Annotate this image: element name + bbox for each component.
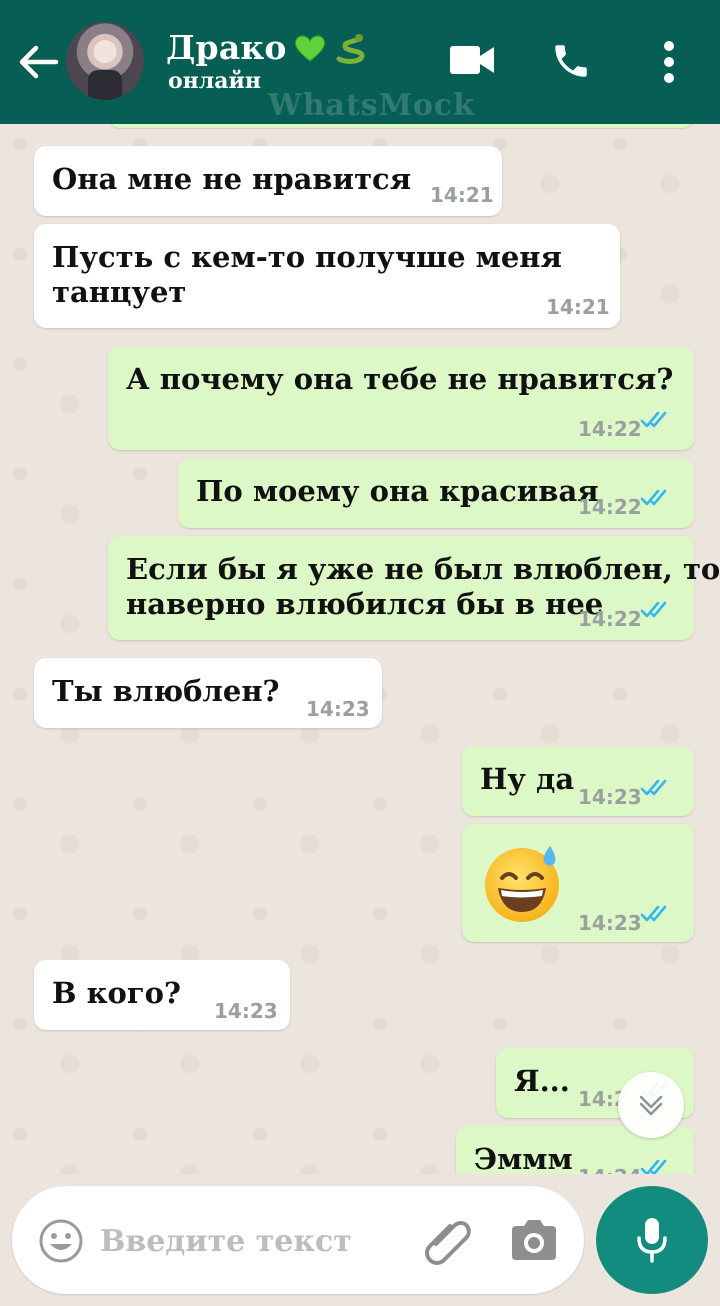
phone-call-icon[interactable] [550,40,592,82]
outgoing-message[interactable]: А почему она тебе не нравится? 14:22 [108,346,694,450]
message-text: В кого? [52,976,181,1010]
incoming-message[interactable]: Ты влюблен? 14:23 [34,658,382,728]
watermark: WhatsMock [268,88,475,123]
message-text: Ты влюблен? [52,674,280,708]
double-chevron-down-icon [639,1095,663,1116]
outgoing-message[interactable]: Ну да 14:23 [462,746,694,816]
message-text: А почему она тебе не нравится? [126,362,674,396]
read-receipt-icon [640,489,667,506]
message-text: Ну да [480,762,575,796]
message-text: Пусть с кем-то получше меня танцует [52,240,562,309]
message-time: 14:23 [306,697,370,721]
message-time: 14:22 [578,417,642,441]
incoming-message[interactable]: Она мне не нравится 14:21 [34,146,502,216]
message-time: 14:22 [578,495,642,519]
outgoing-message[interactable]: Если бы я уже не был влюблен, то наверно… [108,536,720,640]
incoming-message[interactable]: В кого? 14:23 [34,960,290,1030]
camera-icon[interactable] [508,1216,560,1264]
mic-icon [637,1218,667,1263]
read-receipt-icon [640,1159,667,1174]
message-text: Она мне не нравится [52,162,412,196]
message-time: 14:23 [578,911,642,935]
message-text: Я... [514,1064,570,1098]
message-text: По моему она красивая [196,474,599,508]
outgoing-message[interactable]: По моему она красивая 14:22 [178,458,694,528]
previous-message-bubble [108,124,694,128]
chat-header: Драко онлайн WhatsMock [0,0,720,124]
green-heart-emoji [294,35,325,62]
video-call-icon[interactable] [450,44,494,76]
read-receipt-icon [640,905,667,922]
chat-area[interactable]: Она мне не нравится 14:21 Пусть с кем-то… [0,124,720,1174]
read-receipt-icon [640,601,667,618]
more-vert-icon[interactable] [660,40,678,84]
back-arrow-icon[interactable] [16,42,60,82]
contact-name: Драко [166,28,287,67]
message-time: 14:21 [430,183,494,207]
attach-icon[interactable] [422,1214,474,1266]
snake-emoji [336,33,365,64]
message-input[interactable] [98,1214,402,1268]
voice-record-button[interactable] [596,1186,708,1294]
message-input-bar [12,1186,584,1294]
read-receipt-icon [640,779,667,796]
scroll-to-bottom-button[interactable] [618,1072,684,1138]
message-time: 14:23 [578,785,642,809]
grinning-face-with-sweat-emoji [485,846,559,922]
read-receipt-icon [640,411,667,428]
incoming-message[interactable]: Пусть с кем-то получше меня танцует 14:2… [34,224,620,328]
message-time: 14:21 [546,295,610,319]
contact-avatar[interactable] [66,22,144,100]
emoji-icon[interactable] [38,1218,84,1264]
message-time: 14:24 [578,1160,642,1174]
message-text: Эммм [474,1142,573,1174]
outgoing-emoji-message[interactable]: 14:23 [462,824,694,942]
message-time: 14:22 [578,607,642,631]
contact-status: онлайн [168,68,261,94]
contact-name-row[interactable]: Драко [166,28,367,67]
message-time: 14:23 [214,999,278,1023]
